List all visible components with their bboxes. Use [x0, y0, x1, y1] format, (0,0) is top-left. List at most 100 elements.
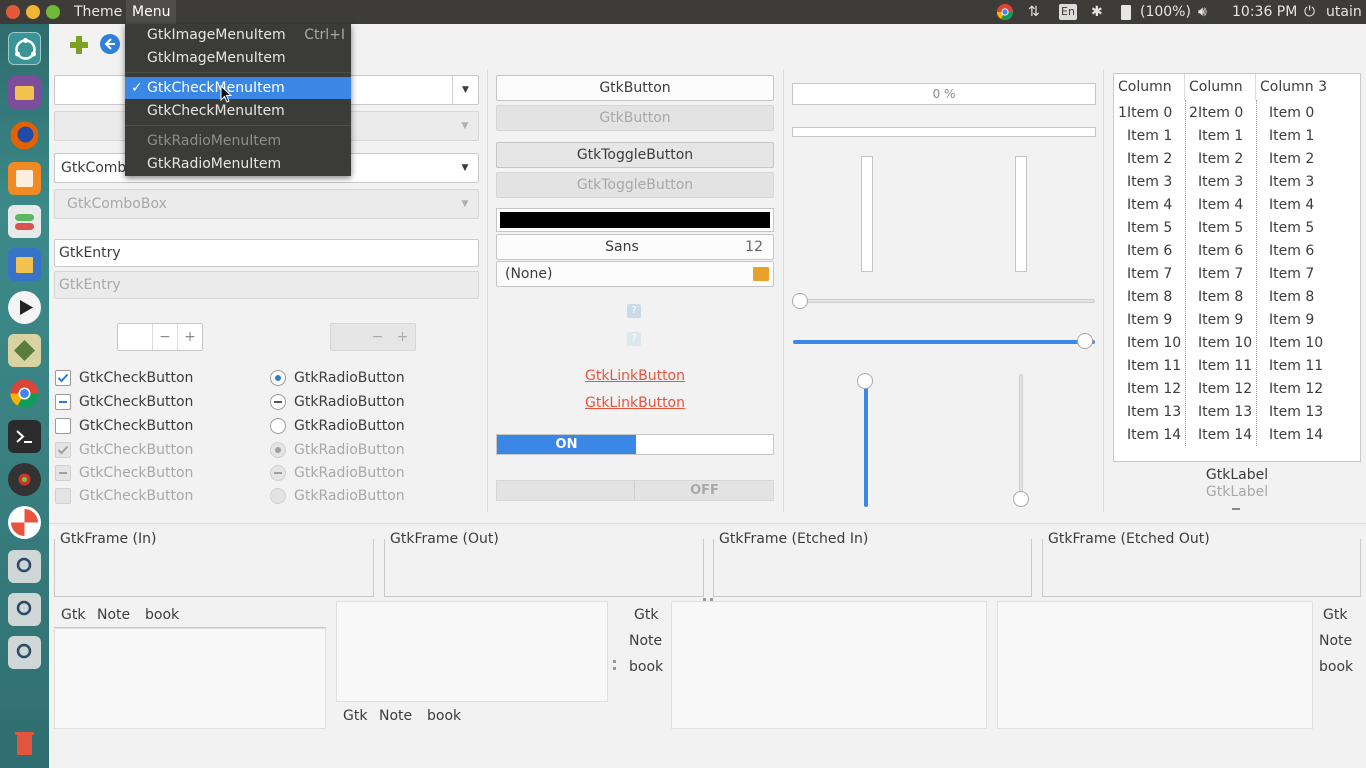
- clock[interactable]: 10:36 PM: [1232, 0, 1297, 24]
- notebook4-tab-book[interactable]: book: [1319, 659, 1353, 675]
- v-scale-1[interactable]: [857, 373, 873, 507]
- keyboard-layout-indicator[interactable]: En: [1059, 4, 1077, 20]
- tree-cell[interactable]: Item 3: [1114, 171, 1172, 194]
- notebook3-tab-book[interactable]: book: [629, 659, 663, 675]
- h-scale-2-handle[interactable]: [1077, 333, 1093, 349]
- tree-cell[interactable]: Item 9: [1114, 309, 1172, 332]
- add-icon[interactable]: [69, 35, 89, 55]
- tree-cell[interactable]: Item 8: [1114, 286, 1172, 309]
- tree-cell[interactable]: Item 4: [1256, 194, 1314, 217]
- menu-item-image-1[interactable]: GtkImageMenuItem Ctrl+I: [125, 24, 351, 46]
- column-header-2[interactable]: Column 2: [1185, 74, 1256, 121]
- archive-manager-icon[interactable]: [8, 248, 41, 281]
- disk-usage-icon[interactable]: [8, 506, 41, 539]
- tree-cell[interactable]: Item 10: [1185, 332, 1252, 355]
- tree-cell[interactable]: Item 6: [1185, 240, 1243, 263]
- tree-cell[interactable]: Item 7: [1256, 263, 1314, 286]
- tree-cell[interactable]: Item 5: [1185, 217, 1243, 240]
- h-scale-2[interactable]: [793, 333, 1095, 349]
- gtk-demo-icon[interactable]: [8, 463, 41, 496]
- network-transfer-icon[interactable]: ⇅: [1028, 0, 1040, 24]
- notebook1-tab-book[interactable]: book: [145, 607, 179, 623]
- tree-cell[interactable]: Item 1: [1114, 125, 1172, 148]
- menu-item-check-2[interactable]: GtkCheckMenuItem: [125, 100, 351, 122]
- handle-grip[interactable]: [1232, 508, 1240, 510]
- notebook2-tab-book[interactable]: book: [427, 708, 461, 724]
- tree-cell[interactable]: Item 5: [1114, 217, 1172, 240]
- paned-handle[interactable]: [613, 660, 616, 670]
- tree-cell[interactable]: Item 13: [1256, 401, 1323, 424]
- file-chooser-button[interactable]: (None): [496, 261, 774, 287]
- menu-item-image-2[interactable]: GtkImageMenuItem: [125, 47, 351, 69]
- tree-cell[interactable]: Item 12: [1256, 378, 1323, 401]
- tree-cell[interactable]: Item 6: [1114, 240, 1172, 263]
- tree-cell[interactable]: Item 6: [1256, 240, 1314, 263]
- tree-cell[interactable]: Item 14: [1256, 424, 1323, 447]
- tree-cell[interactable]: Item 14: [1185, 424, 1252, 447]
- notebook1-tab-gtk[interactable]: Gtk: [61, 607, 85, 623]
- tree-cell[interactable]: Item 11: [1185, 355, 1252, 378]
- tree-cell[interactable]: Item 10: [1114, 332, 1181, 355]
- battery-icon[interactable]: [1121, 5, 1131, 20]
- terminal-icon[interactable]: [8, 420, 41, 453]
- tree-cell[interactable]: Item 14: [1114, 424, 1181, 447]
- tree-cell[interactable]: Item 8: [1185, 286, 1243, 309]
- tree-cell[interactable]: Item 4: [1114, 194, 1172, 217]
- plus-icon[interactable]: +: [177, 324, 202, 350]
- tree-cell[interactable]: Item 12: [1114, 378, 1181, 401]
- v-scale-2[interactable]: [1013, 374, 1029, 507]
- chevron-down-icon[interactable]: ▼: [452, 154, 478, 182]
- link-button[interactable]: GtkLinkButton: [496, 368, 774, 384]
- trash-icon[interactable]: [8, 726, 41, 759]
- tree-cell[interactable]: Item 2: [1114, 148, 1172, 171]
- menubar-theme[interactable]: Theme: [68, 0, 128, 24]
- settings-toggle-icon[interactable]: [8, 205, 41, 238]
- maximize-window-button[interactable]: [46, 5, 60, 19]
- close-window-button[interactable]: [6, 5, 20, 19]
- tree-cell[interactable]: Item 7: [1185, 263, 1243, 286]
- notebook4-tab-note[interactable]: Note: [1319, 633, 1352, 649]
- notebook1-tab-note[interactable]: Note: [97, 607, 130, 623]
- font-button[interactable]: Sans 12: [496, 234, 774, 260]
- tree-cell[interactable]: Item 1: [1256, 125, 1314, 148]
- tree-cell[interactable]: Item 2: [1256, 148, 1314, 171]
- column-header-1[interactable]: Column 1: [1114, 74, 1185, 121]
- power-icon[interactable]: ⏻: [1304, 0, 1315, 24]
- notebook3-tab-note[interactable]: Note: [629, 633, 662, 649]
- tree-cell[interactable]: Item 1: [1185, 125, 1243, 148]
- tree-cell[interactable]: Item 9: [1185, 309, 1243, 332]
- software-center-icon[interactable]: [8, 162, 41, 195]
- media-player-icon[interactable]: [8, 291, 41, 324]
- switch-on[interactable]: ON: [496, 434, 774, 455]
- tree-cell[interactable]: Item 3: [1185, 171, 1243, 194]
- tree-cell[interactable]: Item 3: [1256, 171, 1314, 194]
- tree-cell[interactable]: Item 2: [1185, 148, 1243, 171]
- h-scale-1-handle[interactable]: [792, 293, 808, 309]
- menubar-menu[interactable]: Menu: [126, 0, 177, 24]
- color-button[interactable]: [496, 208, 774, 232]
- notebook4-tab-gtk[interactable]: Gtk: [1323, 607, 1347, 623]
- chevron-down-icon[interactable]: ▼: [452, 76, 478, 104]
- dash-ubuntu-icon[interactable]: [8, 32, 41, 65]
- tree-cell[interactable]: Item 0: [1256, 102, 1314, 125]
- tree-cell[interactable]: Item 13: [1185, 401, 1252, 424]
- gtk-entry[interactable]: GtkEntry: [54, 239, 479, 267]
- minus-icon[interactable]: −: [152, 324, 177, 350]
- bluetooth-icon[interactable]: ✱: [1091, 0, 1103, 24]
- files-app-icon[interactable]: [8, 76, 41, 109]
- spin-button[interactable]: − +: [117, 323, 203, 351]
- notebook2-tab-gtk[interactable]: Gtk: [343, 708, 367, 724]
- tree-cell[interactable]: Item 7: [1114, 263, 1172, 286]
- tree-cell[interactable]: Item 0: [1185, 102, 1243, 125]
- tree-cell[interactable]: Item 4: [1185, 194, 1243, 217]
- tree-cell[interactable]: Item 12: [1185, 378, 1252, 401]
- gtk-button[interactable]: GtkButton: [496, 75, 774, 101]
- back-arrow-icon[interactable]: [100, 34, 120, 54]
- document-viewer-icon-1[interactable]: [8, 550, 41, 583]
- column-header-3[interactable]: Column 3: [1256, 74, 1360, 100]
- chrome-app-icon[interactable]: [8, 377, 41, 410]
- tree-cell[interactable]: Item 0: [1114, 102, 1172, 125]
- tree-cell[interactable]: Item 11: [1114, 355, 1181, 378]
- tree-cell[interactable]: Item 8: [1256, 286, 1314, 309]
- menu-item-check-1[interactable]: ✓ GtkCheckMenuItem: [125, 77, 351, 99]
